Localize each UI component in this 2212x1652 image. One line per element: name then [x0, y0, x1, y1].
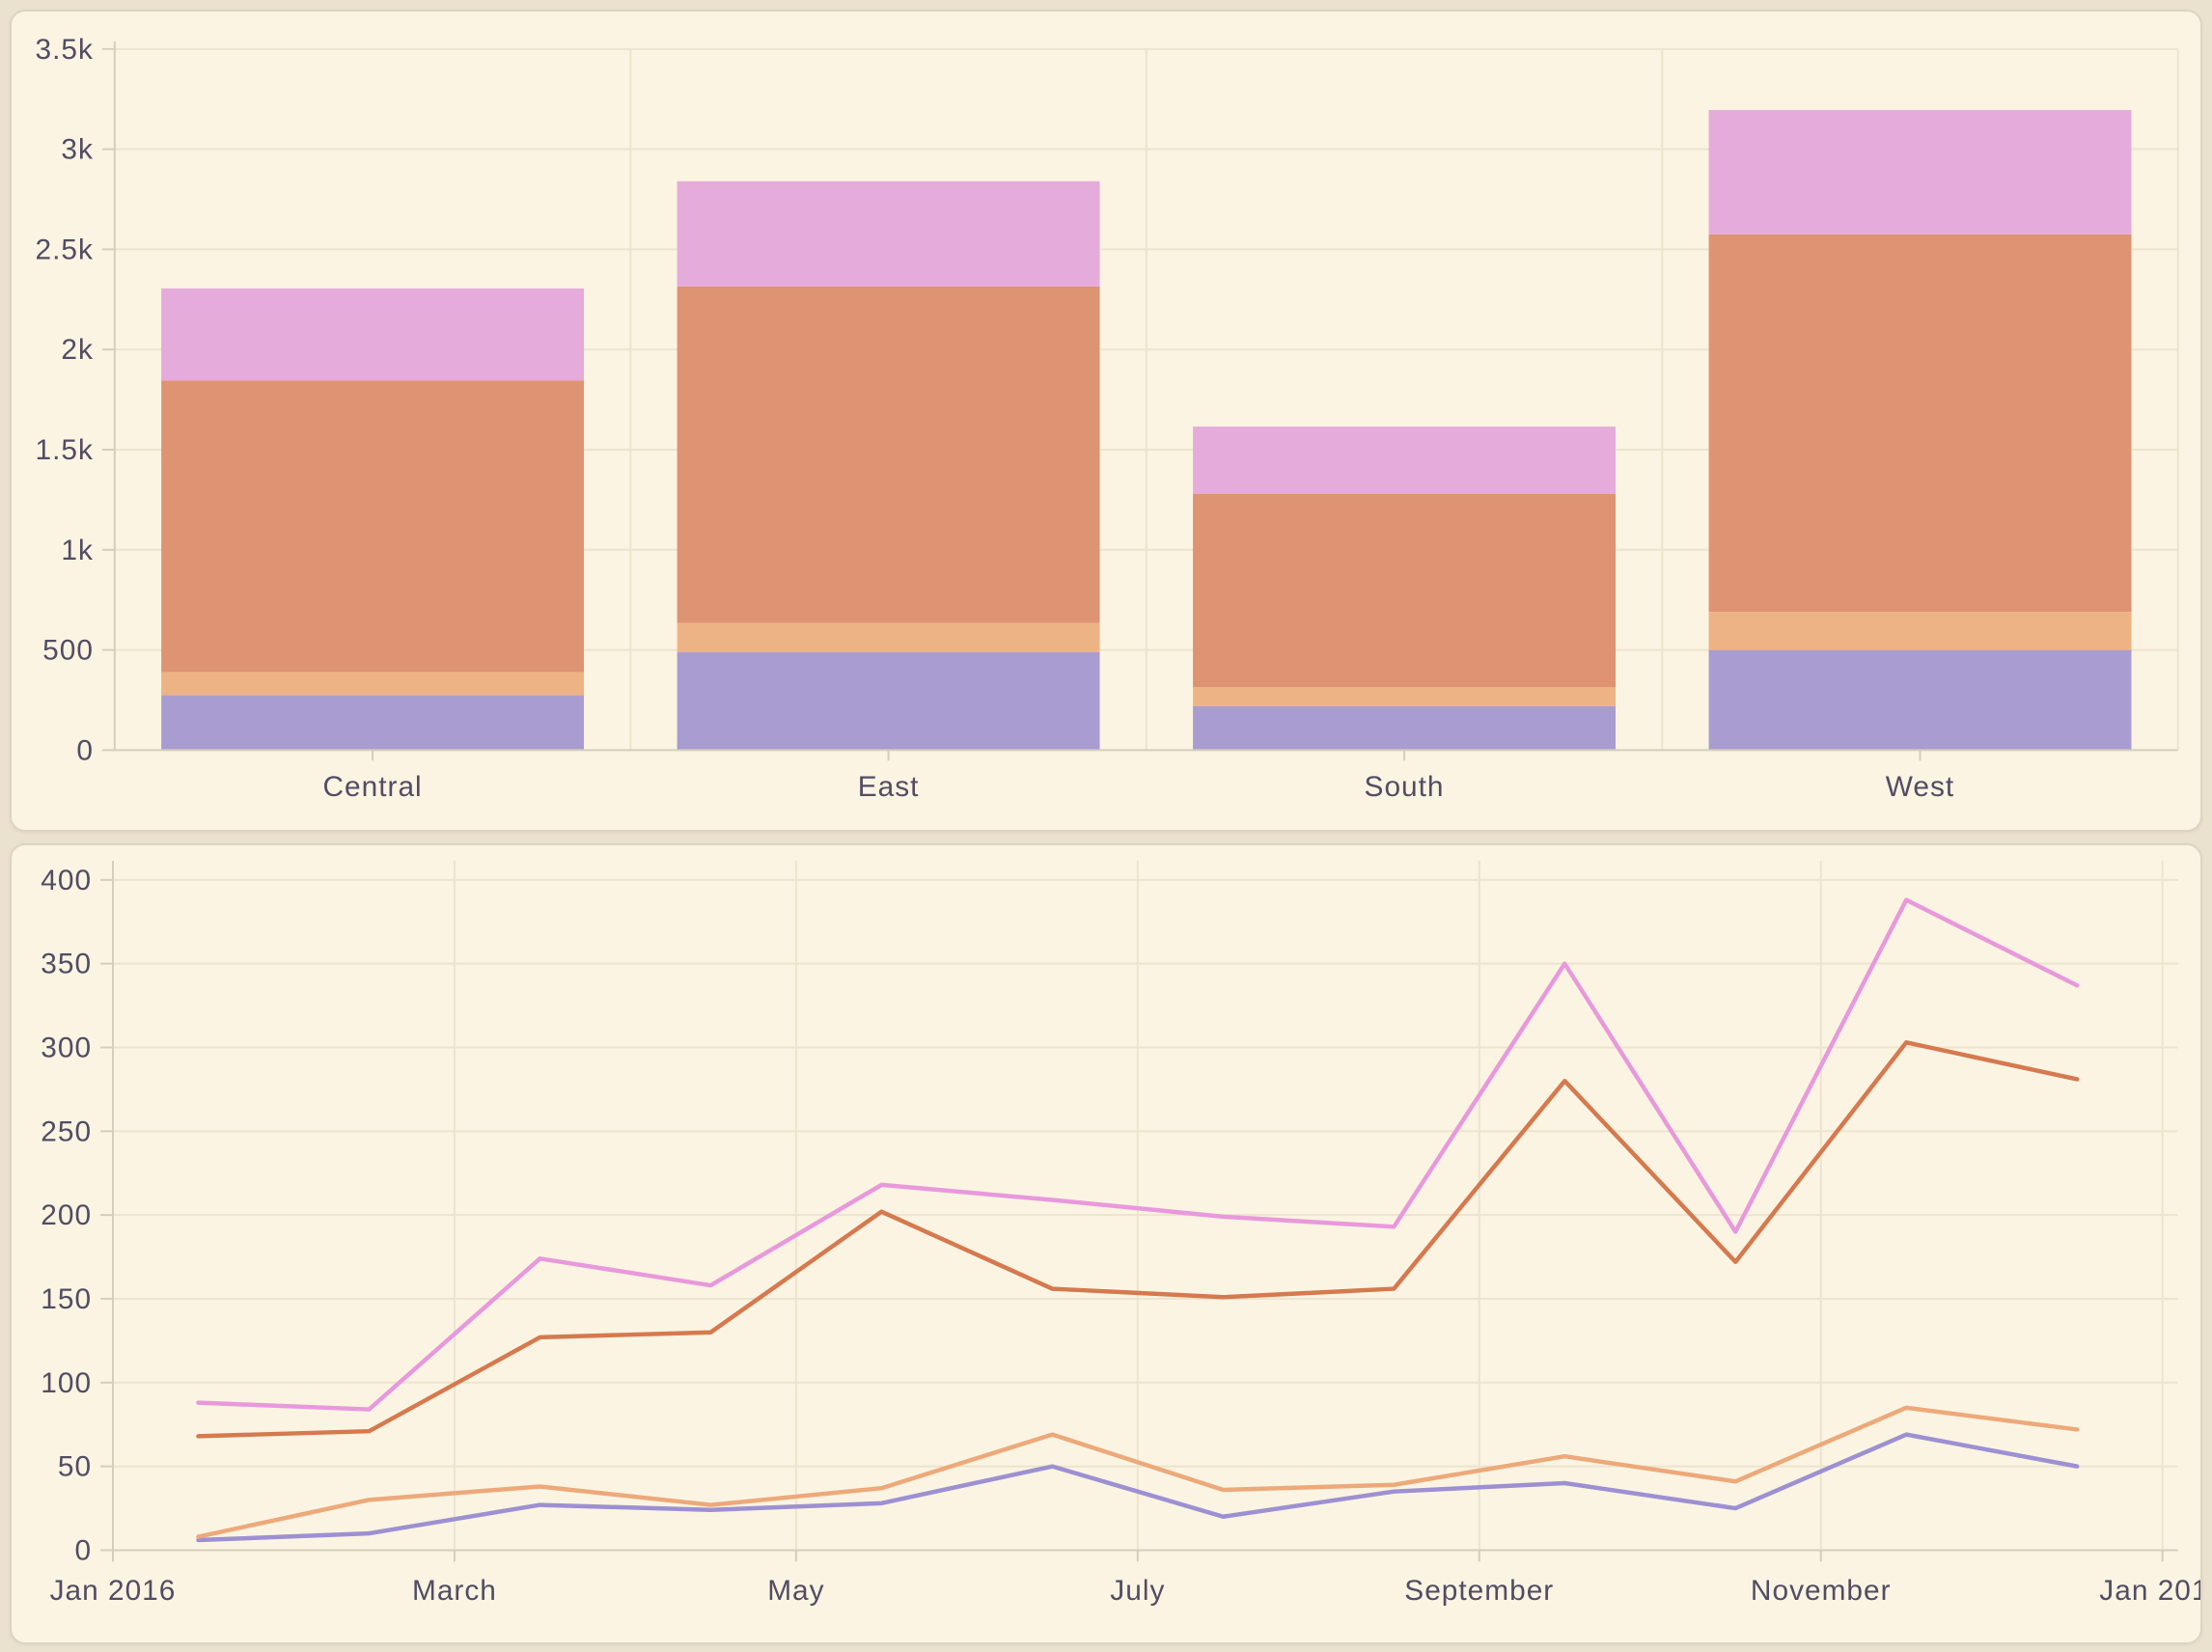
y-tick-label: 2.5k — [36, 234, 94, 265]
bar-segment-orange — [1193, 687, 1616, 706]
bar-segment-purple — [677, 652, 1100, 751]
y-tick-label: 350 — [41, 949, 92, 980]
y-tick-label: 0 — [76, 734, 94, 766]
y-tick-label: 150 — [41, 1283, 92, 1315]
line-chart-card: 0 50 100 150 200 250 300 350 400 Jan 2016 March May… — [10, 843, 2202, 1644]
bar-segment-orange — [677, 623, 1100, 652]
y-tick-label: 250 — [41, 1115, 92, 1147]
x-tick-label: November — [1751, 1575, 1892, 1607]
y-tick-label: 300 — [41, 1032, 92, 1063]
y-tick-label: 100 — [41, 1367, 92, 1399]
bar-segment-pink — [161, 289, 584, 380]
y-tick-label: 1.5k — [36, 434, 94, 466]
x-tick-label: Central — [322, 771, 422, 803]
bar-segment-pink — [1193, 427, 1616, 494]
y-tick-label: 2k — [61, 334, 94, 366]
x-tick-label: East — [858, 771, 920, 803]
y-tick-label: 3k — [61, 134, 94, 166]
y-tick-label: 500 — [42, 635, 94, 667]
x-tick-label: West — [1886, 771, 1954, 803]
bar-segment-purple — [1193, 706, 1616, 751]
x-tick-label: September — [1404, 1575, 1554, 1607]
x-tick-label: May — [767, 1575, 824, 1607]
x-tick-label: July — [1110, 1575, 1165, 1607]
line-chart: 0 50 100 150 200 250 300 350 400 Jan 2016 March May… — [12, 845, 2200, 1642]
bar-segment-salmon — [1193, 494, 1616, 687]
stacked-bar-chart-card: Central East South West 0 500 1k 1.5k 2k 2.5k 3k 3.… — [10, 10, 2202, 832]
y-tick-label: 1k — [61, 535, 94, 566]
bar-segment-purple — [1709, 650, 2132, 751]
bar-segment-pink — [1709, 110, 2132, 234]
stacked-bar-chart: Central East South West 0 500 1k 1.5k 2k 2.5k 3k 3.… — [12, 12, 2200, 830]
y-tick-label: 400 — [41, 865, 92, 896]
bar-segment-salmon — [1709, 234, 2132, 612]
bar-segment-orange — [1709, 612, 2132, 649]
bar-segment-purple — [161, 695, 584, 750]
y-tick-label: 0 — [74, 1534, 92, 1566]
x-tick-label: March — [412, 1575, 497, 1607]
x-tick-label: Jan 2017 — [2099, 1575, 2200, 1607]
y-tick-label: 200 — [41, 1199, 92, 1231]
y-tick-label: 50 — [58, 1451, 92, 1483]
bar-segment-salmon — [677, 287, 1100, 623]
y-tick-label: 3.5k — [36, 34, 94, 66]
x-tick-label: South — [1365, 771, 1445, 803]
bar-segment-salmon — [161, 380, 584, 672]
bar-segment-orange — [161, 672, 584, 695]
bar-segment-pink — [677, 181, 1100, 287]
x-tick-label: Jan 2016 — [50, 1575, 177, 1607]
